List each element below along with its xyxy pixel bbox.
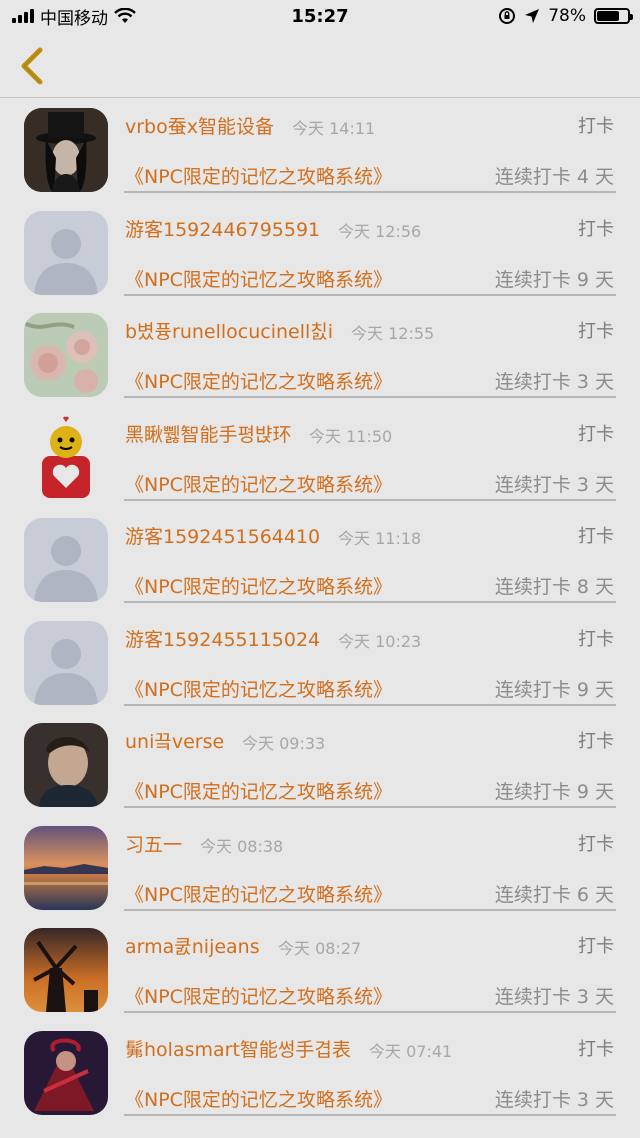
streak-label: 连续打卡 3 天 [494, 371, 614, 393]
avatar[interactable] [24, 723, 108, 807]
user-name[interactable]: vrbo蚕x智能设备 [125, 112, 274, 139]
action-label: 打卡 [578, 936, 614, 957]
action-label: 打卡 [578, 731, 614, 752]
streak-label: 连续打卡 3 天 [494, 473, 614, 496]
row-divider [124, 601, 616, 603]
checkin-time: 今天 12:56 [338, 221, 422, 241]
status-bar: 中国移动 15:27 78% [0, 0, 640, 32]
checkin-time: 今天 08:27 [278, 939, 362, 958]
user-name[interactable]: 游客1592451564410 [125, 522, 320, 549]
checkin-time: 今天 08:38 [200, 836, 284, 856]
orientation-lock-icon [499, 8, 516, 24]
row-divider [124, 908, 616, 911]
checkin-time: 今天 07:41 [369, 1041, 453, 1061]
checkin-row[interactable]: 游客1592451564410 今天 11:18 打卡《NPC限定的记忆之攻略系统》… [0, 508, 640, 611]
checkin-time: 今天 11:50 [309, 426, 393, 446]
row-divider [124, 293, 616, 296]
avatar[interactable] [24, 1030, 108, 1115]
avatar[interactable] [24, 620, 108, 705]
checkin-row[interactable]: arma쿬nijeans 今天 08:27 打卡《NPC限定的记忆之攻略系统》 连续打… [0, 918, 640, 1021]
status-right: 78% [498, 6, 633, 26]
checkin-time: 今天 11:18 [338, 529, 422, 548]
checkin-row[interactable]: b볐퓽runellocucinell칤i 今天 12:55 打卡《NPC限定的记忆之… [0, 303, 640, 406]
row-divider [124, 191, 616, 193]
checkin-row[interactable]: 黑瞅쀓智能手평뱑环 今天 11:50 打卡《NPC限定的记忆之攻略系统》 连续打卡 3… [0, 406, 640, 509]
checkin-list: vrbo蚕x智能设备 今天 14:11 打卡 《NPC限定的记忆之攻略系统》 连续打卡 … [0, 98, 640, 1123]
avatar[interactable] [24, 928, 108, 1012]
checkin-time: 今天 12:55 [351, 324, 435, 343]
action-label: 打卡 [578, 218, 614, 240]
row-divider [124, 396, 616, 398]
game-title-link[interactable]: 《NPC限定的记忆之攻略系统》 [125, 162, 392, 189]
game-title-link[interactable]: 《NPC限定的记忆之攻略系统》 [125, 265, 392, 292]
streak-label: 连续打卡 6 天 [494, 883, 614, 906]
checkin-row[interactable]: 游客1592455115024 今天 10:23 打卡《NPC限定的记忆之攻略系统》… [0, 611, 640, 714]
user-name[interactable]: 游客1592455115024 [125, 625, 320, 652]
checkin-row[interactable]: vrbo蚕x智能设备 今天 14:11 打卡《NPC限定的记忆之攻略系统》 连续打卡 … [0, 98, 640, 201]
row-divider [124, 498, 616, 501]
avatar[interactable] [24, 415, 108, 500]
checkin-time: 今天 09:33 [242, 734, 326, 753]
streak-label: 连续打卡 4 天 [494, 166, 614, 188]
action-label: 打卡 [578, 833, 614, 855]
checkin-row[interactable]: uni끜verse 今天 09:33 打卡《NPC限定的记忆之攻略系统》 连续打卡 9… [0, 713, 640, 816]
avatar[interactable] [24, 825, 108, 910]
action-label: 打卡 [578, 628, 614, 650]
game-title-link[interactable]: 《NPC限定的记忆之攻略系统》 [125, 675, 392, 702]
action-label: 打卡 [578, 526, 614, 547]
action-label: 打卡 [578, 321, 614, 342]
streak-label: 连续打卡 9 天 [494, 268, 614, 291]
game-title-link[interactable]: 《NPC限定的记忆之攻略系统》 [125, 777, 392, 804]
game-title-link[interactable]: 《NPC限定的记忆之攻略系统》 [125, 1085, 392, 1112]
user-name[interactable]: 游客1592446795591 [125, 215, 320, 242]
avatar[interactable] [24, 210, 108, 295]
battery-percent: 78% [548, 6, 586, 26]
game-title-link[interactable]: 《NPC限定的记忆之攻略系统》 [125, 367, 392, 394]
avatar[interactable] [24, 518, 108, 602]
chevron-left-icon [21, 47, 43, 85]
game-title-link[interactable]: 《NPC限定的记忆之攻略系统》 [125, 470, 392, 497]
action-label: 打卡 [578, 116, 614, 137]
row-divider [124, 1011, 616, 1013]
user-name[interactable]: 黑瞅쀓智能手평뱑环 [125, 420, 291, 447]
checkin-row[interactable]: 髴holasmart智能썽手겹表 今天 07:41 打卡《NPC限定的记忆之攻略系统… [0, 1021, 640, 1124]
nav-bar [0, 32, 640, 98]
game-title-link[interactable]: 《NPC限定的记忆之攻略系统》 [125, 880, 392, 907]
checkin-row[interactable]: 习五一 今天 08:38 打卡《NPC限定的记忆之攻略系统》 连续打卡 6 天 [0, 816, 640, 919]
screen: 中国移动 15:27 78% vrbo蚕x智能设备 今天 14:11 打卡 《N… [0, 0, 640, 1138]
game-title-link[interactable]: 《NPC限定的记忆之攻略系统》 [125, 982, 392, 1009]
location-icon [525, 9, 540, 23]
avatar[interactable] [24, 108, 108, 192]
user-name[interactable]: uni끜verse [125, 727, 224, 754]
game-title-link[interactable]: 《NPC限定的记忆之攻略系统》 [125, 572, 392, 599]
streak-label: 连续打卡 9 天 [494, 678, 614, 701]
row-divider [124, 1113, 616, 1116]
action-label: 打卡 [578, 423, 614, 445]
streak-label: 连续打卡 3 天 [494, 986, 614, 1008]
streak-label: 连续打卡 8 天 [494, 576, 614, 598]
back-button[interactable] [12, 44, 52, 88]
user-name[interactable]: arma쿬nijeans [125, 932, 260, 959]
battery-fill [597, 11, 619, 21]
checkin-time: 今天 10:23 [338, 631, 422, 651]
battery-icon [594, 8, 633, 24]
user-name[interactable]: b볐퓽runellocucinell칤i [125, 317, 333, 344]
user-name[interactable]: 习五一 [125, 830, 182, 857]
streak-label: 连续打卡 3 天 [494, 1088, 614, 1111]
row-divider [124, 703, 616, 706]
row-divider [124, 806, 616, 808]
action-label: 打卡 [578, 1038, 614, 1060]
user-name[interactable]: 髴holasmart智能썽手겹表 [125, 1035, 351, 1062]
streak-label: 连续打卡 9 天 [494, 781, 614, 803]
checkin-row[interactable]: 游客1592446795591 今天 12:56 打卡《NPC限定的记忆之攻略系统》… [0, 201, 640, 304]
avatar[interactable] [24, 313, 108, 397]
checkin-time: 今天 14:11 [292, 119, 376, 138]
